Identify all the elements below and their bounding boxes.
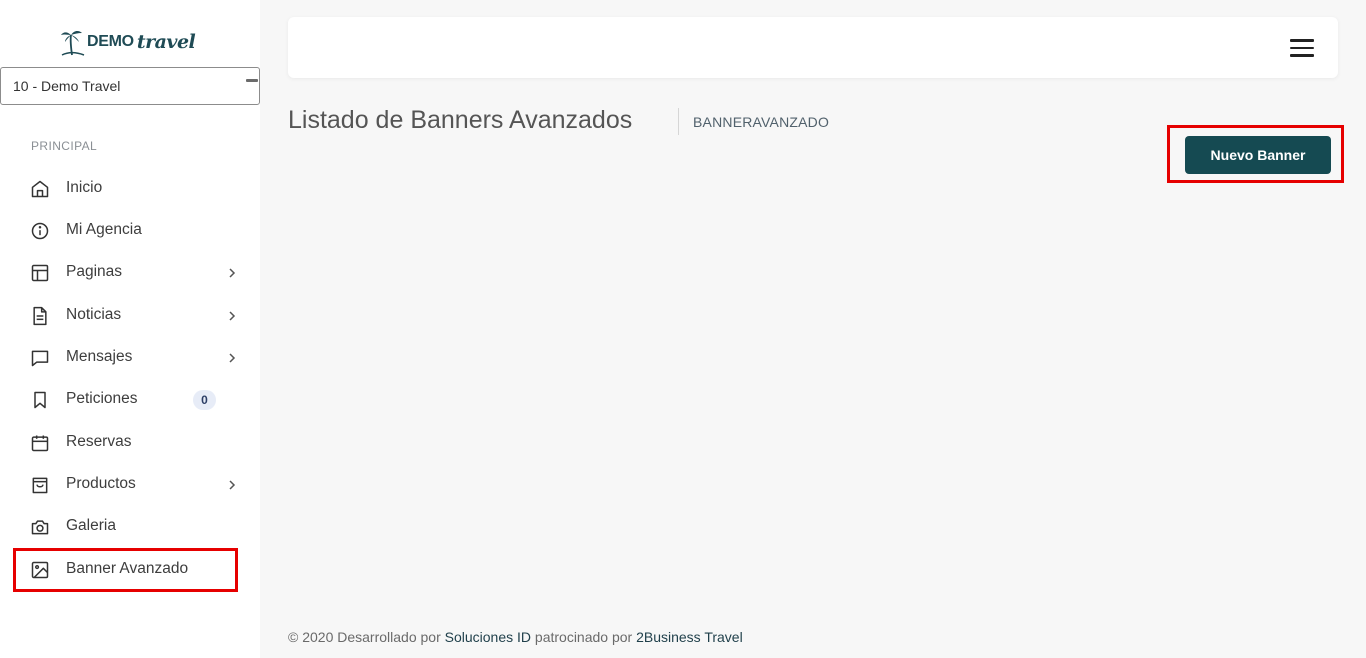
hamburger-icon[interactable] [1290, 39, 1314, 57]
file-text-icon [30, 306, 50, 326]
page-title: Listado de Banners Avanzados [288, 106, 633, 134]
chevron-right-icon [226, 266, 238, 278]
sidebar: DEMO travel 10 - Demo Travel PRINCIPAL I… [0, 0, 260, 658]
chevron-right-icon [226, 309, 238, 321]
sidebar-item-noticias[interactable]: Noticias [0, 294, 260, 336]
camera-icon [30, 517, 50, 537]
footer: © 2020 Desarrollado por Soluciones ID pa… [288, 629, 743, 645]
agency-select[interactable]: 10 - Demo Travel [0, 67, 260, 105]
sidebar-item-label: Galeria [66, 517, 116, 534]
top-header-bar [288, 17, 1338, 78]
sidebar-item-label: Peticiones [66, 390, 138, 407]
sidebar-item-label: Reservas [66, 433, 132, 450]
select-handle-icon [246, 79, 258, 82]
sidebar-item-mi-agencia[interactable]: Mi Agencia [0, 209, 260, 251]
sidebar-item-productos[interactable]: Productos [0, 463, 260, 505]
agency-select-value: 10 - Demo Travel [13, 78, 121, 94]
sidebar-item-label: Productos [66, 475, 136, 492]
bookmark-icon [30, 390, 50, 410]
sidebar-item-label: Inicio [66, 179, 103, 196]
sidebar-item-label: Noticias [66, 306, 122, 323]
sidebar-item-peticiones[interactable]: Peticiones 0 [0, 378, 260, 420]
shopping-bag-icon [30, 475, 50, 495]
message-icon [30, 348, 50, 368]
layout-icon [30, 263, 50, 283]
sidebar-item-inicio[interactable]: Inicio [0, 167, 260, 209]
requests-count-badge: 0 [193, 390, 216, 410]
sidebar-item-paginas[interactable]: Paginas [0, 251, 260, 293]
info-icon [30, 221, 50, 241]
brand-name-primary: DEMO [87, 33, 134, 50]
palm-tree-icon [61, 30, 85, 56]
sidebar-item-label: Mi Agencia [66, 221, 142, 238]
calendar-icon [30, 433, 50, 453]
chevron-right-icon [226, 478, 238, 490]
title-divider [678, 108, 679, 135]
breadcrumb[interactable]: BANNERAVANZADO [693, 114, 829, 130]
footer-copyright: © 2020 Desarrollado por [288, 629, 445, 645]
sidebar-item-reservas[interactable]: Reservas [0, 421, 260, 463]
brand-name-secondary: travel [136, 31, 196, 53]
sidebar-section-label: PRINCIPAL [31, 139, 98, 153]
brand-logo[interactable]: DEMO travel [58, 26, 198, 58]
footer-link-2business-travel[interactable]: 2Business Travel [636, 629, 743, 645]
footer-sponsor-text: patrocinado por [531, 629, 637, 645]
sidebar-item-mensajes[interactable]: Mensajes [0, 336, 260, 378]
sidebar-item-galeria[interactable]: Galeria [0, 505, 260, 547]
chevron-right-icon [226, 351, 238, 363]
sidebar-item-label: Paginas [66, 263, 123, 280]
home-icon [30, 179, 50, 199]
footer-link-soluciones-id[interactable]: Soluciones ID [445, 629, 531, 645]
highlight-new-banner [1167, 125, 1344, 183]
highlight-banner-avanzado [13, 548, 238, 592]
sidebar-item-label: Mensajes [66, 348, 133, 365]
